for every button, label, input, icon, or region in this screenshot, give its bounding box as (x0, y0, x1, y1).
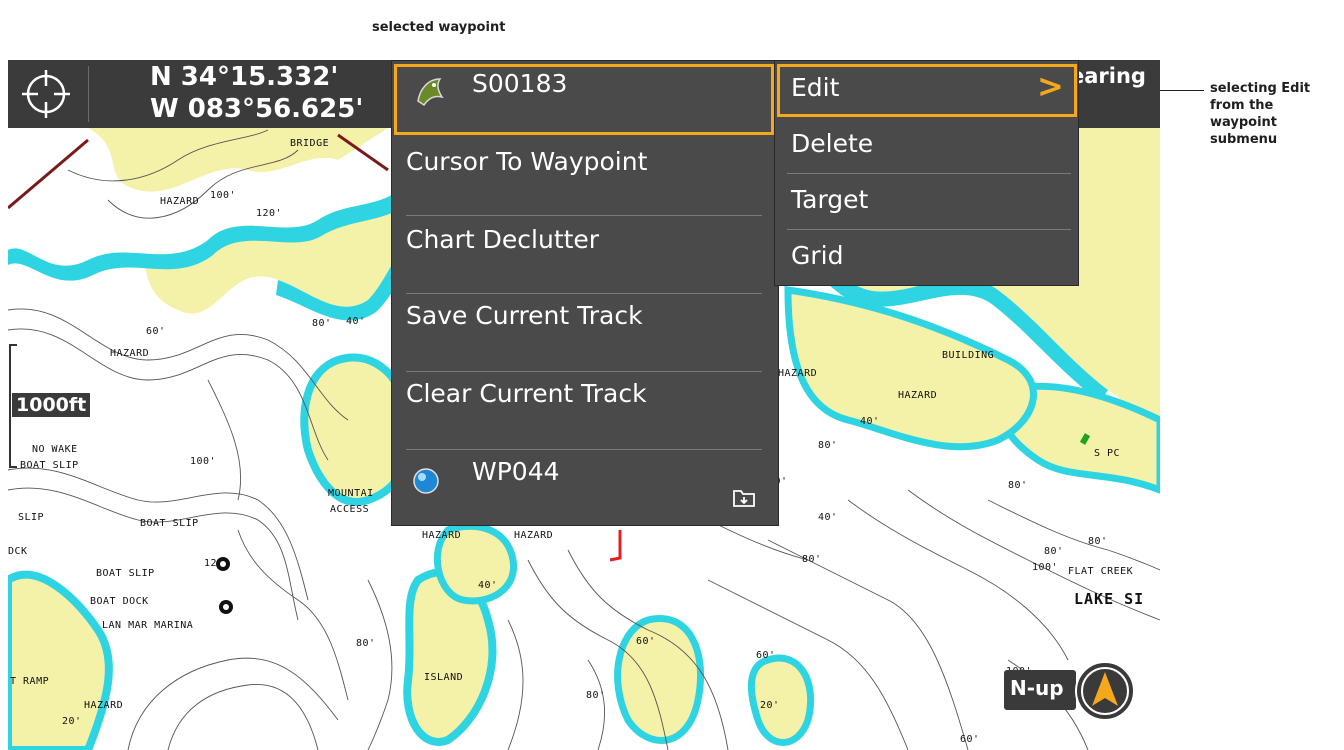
submenu-item-edit[interactable]: Edit (791, 73, 839, 102)
blue-waypoint-icon (413, 468, 439, 494)
submenu-divider (787, 173, 1071, 174)
map-label: ACCESS (330, 504, 370, 515)
map-label: BOAT SLIP (96, 568, 155, 579)
map-label: 60' (636, 636, 656, 647)
status-bar-divider (88, 66, 89, 122)
compass-icon[interactable] (1074, 660, 1136, 722)
map-label: 120' (256, 208, 283, 219)
crosshair-icon[interactable] (20, 68, 72, 120)
map-label: 80' (1008, 480, 1028, 491)
map-label: 80' (1044, 546, 1064, 557)
longitude-readout: W 083°56.625' (150, 94, 364, 124)
map-label: FLAT CREEK (1068, 566, 1134, 577)
map-label: NO WAKE (32, 444, 78, 455)
map-label: 80' (586, 690, 606, 701)
map-label: HAZARD (110, 348, 150, 359)
waypoint-menu: S00183 Cursor To Waypoint Chart Declutte… (391, 60, 779, 526)
map-label: BOAT SLIP (140, 518, 199, 529)
map-label: 40' (860, 416, 880, 427)
waypoint-name[interactable]: S00183 (472, 69, 567, 98)
map-label: 60' (146, 326, 166, 337)
map-label: 100' (190, 456, 217, 467)
map-label: HAZARD (84, 700, 124, 711)
menu-divider (406, 371, 762, 372)
map-label: ISLAND (424, 672, 464, 683)
map-label: LAN MAR MARINA (102, 620, 194, 631)
submenu-item-grid[interactable]: Grid (791, 241, 843, 270)
menu-item-save-current-track[interactable]: Save Current Track (406, 301, 643, 330)
menu-divider (406, 449, 762, 450)
map-label: S PC (1094, 448, 1121, 459)
map-label: 40' (818, 512, 838, 523)
submenu-item-target[interactable]: Target (791, 185, 868, 214)
map-label: MOUNTAI (328, 488, 374, 499)
map-label: 60' (756, 650, 776, 661)
waypoint-submenu: Edit > Delete Target Grid (774, 60, 1079, 286)
latitude-readout: N 34°15.332' (150, 62, 339, 92)
map-label-lake: LAKE SI (1074, 590, 1145, 608)
map-label: 40' (478, 580, 498, 591)
map-label: BOAT SLIP (20, 460, 79, 471)
map-label: HAZARD (514, 530, 554, 541)
map-label: HAZARD (778, 368, 818, 379)
menu-item-cursor-to-waypoint[interactable]: Cursor To Waypoint (406, 147, 647, 176)
submenu-divider (787, 229, 1071, 230)
fish-waypoint-icon (417, 78, 444, 107)
map-label: 60' (960, 734, 980, 745)
menu-divider (406, 215, 762, 216)
scale-label: 1000ft (12, 393, 91, 417)
chevron-right-icon: > (1037, 67, 1064, 105)
orientation-label[interactable]: N-up (1010, 676, 1064, 700)
chart-screen[interactable]: BRIDGE HAZARD 100' 120' 60' HAZARD 80' 4… (8, 60, 1160, 750)
map-label: SLIP (18, 512, 45, 523)
callout-selecting-edit: selecting Edit from the waypoint submenu (1210, 81, 1311, 147)
menu-item-clear-current-track[interactable]: Clear Current Track (406, 379, 647, 408)
map-label: BRIDGE (290, 138, 330, 149)
map-label: HAZARD (422, 530, 462, 541)
callout-selected-waypoint: selected waypoint (372, 20, 506, 35)
map-label: DCK (8, 546, 28, 557)
map-label: 80' (818, 440, 838, 451)
selected-waypoint-item[interactable] (394, 64, 774, 135)
map-label: 40' (346, 316, 366, 327)
folder-icon[interactable] (732, 487, 756, 509)
map-label: BOAT DOCK (90, 596, 149, 607)
map-label: 100' (210, 190, 237, 201)
map-label: HAZARD (160, 196, 200, 207)
menu-divider (406, 293, 762, 294)
menu-item-second-waypoint[interactable]: WP044 (472, 457, 560, 486)
map-label: 80' (312, 318, 332, 329)
map-label: 20' (760, 700, 780, 711)
map-label: 100' (1032, 562, 1059, 573)
map-label: 80' (802, 554, 822, 565)
bearing-readout: earing (1070, 64, 1146, 88)
map-label: 12 (204, 558, 218, 569)
map-label: T RAMP (10, 676, 50, 687)
map-label: HAZARD (898, 390, 938, 401)
map-label: 80' (1088, 536, 1108, 547)
map-label: 80' (356, 638, 376, 649)
map-label: BUILDING (942, 350, 995, 361)
submenu-item-delete[interactable]: Delete (791, 129, 873, 158)
map-label: 20' (62, 716, 82, 727)
menu-item-chart-declutter[interactable]: Chart Declutter (406, 225, 599, 254)
